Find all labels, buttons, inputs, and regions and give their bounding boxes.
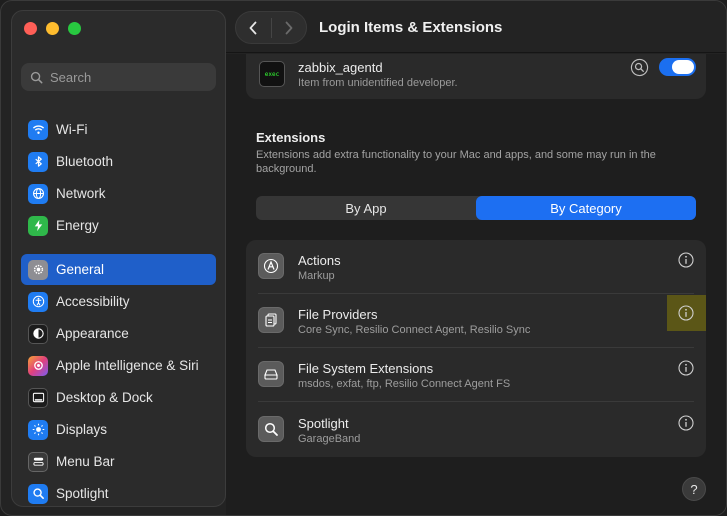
sidebar-item-energy[interactable]: Energy	[21, 210, 216, 241]
extension-row-file-system-extensions[interactable]: File System Extensions msdos, exfat, ftp…	[246, 348, 706, 402]
sidebar-item-network[interactable]: Network	[21, 178, 216, 209]
forward-button[interactable]	[271, 12, 306, 43]
settings-window: Search Wi-Fi Bluetooth Network Energy Ge…	[0, 0, 727, 516]
spotlight-search-icon	[258, 416, 284, 442]
sidebar: Search Wi-Fi Bluetooth Network Energy Ge…	[11, 10, 226, 507]
extension-row-subtitle: Core Sync, Resilio Connect Agent, Resili…	[298, 324, 531, 336]
sidebar-item-label: Menu Bar	[56, 454, 115, 469]
chevron-right-icon	[285, 21, 293, 34]
globe-icon	[28, 183, 48, 204]
login-item-subtitle: Item from unidentified developer.	[298, 77, 458, 89]
appearance-icon	[28, 323, 48, 344]
sidebar-item-bluetooth[interactable]: Bluetooth	[21, 146, 216, 177]
help-button[interactable]: ?	[682, 477, 706, 501]
siri-icon	[28, 355, 48, 376]
extension-row-spotlight[interactable]: Spotlight GarageBand	[246, 403, 706, 457]
sidebar-item-label: Spotlight	[56, 486, 109, 501]
extension-row-actions[interactable]: Actions Markup	[246, 240, 706, 294]
reveal-in-finder-icon[interactable]	[630, 58, 649, 77]
extension-row-title: File Providers	[298, 307, 378, 322]
sidebar-item-label: Apple Intelligence & Siri	[56, 358, 199, 373]
sidebar-item-label: Bluetooth	[56, 154, 114, 169]
extension-row-title: Spotlight	[298, 416, 349, 431]
sidebar-item-label: Desktop & Dock	[56, 390, 153, 405]
toggle-knob	[672, 60, 694, 74]
login-item-name: zabbix_agentd	[298, 60, 383, 75]
extensions-view-segmented-control: By App By Category	[256, 196, 696, 220]
search-field[interactable]: Search	[21, 63, 216, 91]
extensions-description: Extensions add extra functionality to yo…	[256, 149, 656, 175]
extension-row-title: File System Extensions	[298, 361, 434, 376]
drive-icon	[258, 361, 284, 387]
extension-row-subtitle: GarageBand	[298, 433, 361, 445]
close-button[interactable]	[24, 22, 37, 35]
toolbar: Login Items & Extensions	[226, 1, 726, 53]
sidebar-item-label: Network	[56, 186, 106, 201]
bolt-icon	[28, 215, 48, 236]
info-icon[interactable]	[678, 415, 694, 431]
window-controls	[24, 22, 81, 35]
tab-by-app[interactable]: By App	[256, 196, 476, 220]
dock-icon	[28, 387, 48, 408]
main-content: exec zabbix_agentd Item from unidentifie…	[226, 54, 726, 515]
sidebar-item-desktop-dock[interactable]: Desktop & Dock	[21, 382, 216, 413]
sidebar-item-label: Appearance	[56, 326, 129, 341]
accessibility-icon	[28, 291, 48, 312]
sidebar-item-wifi[interactable]: Wi-Fi	[21, 114, 216, 145]
extension-row-title: Actions	[298, 253, 341, 268]
sun-icon	[28, 419, 48, 440]
sidebar-item-general[interactable]: General	[21, 254, 216, 285]
sidebar-item-appearance[interactable]: Appearance	[21, 318, 216, 349]
sidebar-item-label: Energy	[56, 218, 99, 233]
sidebar-item-displays[interactable]: Displays	[21, 414, 216, 445]
highlighted-info-area	[667, 295, 706, 331]
spotlight-icon	[28, 483, 48, 504]
zoom-button[interactable]	[68, 22, 81, 35]
login-item-row: exec zabbix_agentd Item from unidentifie…	[246, 54, 706, 99]
sidebar-item-menu-bar[interactable]: Menu Bar	[21, 446, 216, 477]
wifi-icon	[28, 119, 48, 140]
login-item-toggle[interactable]	[659, 58, 696, 76]
info-icon[interactable]	[678, 305, 694, 321]
gear-icon	[28, 259, 48, 280]
bluetooth-icon	[28, 151, 48, 172]
info-icon[interactable]	[678, 252, 694, 268]
sidebar-item-label: Displays	[56, 422, 108, 437]
extension-row-subtitle: msdos, exfat, ftp, Resilio Connect Agent…	[298, 378, 511, 390]
minimize-button[interactable]	[46, 22, 59, 35]
sidebar-item-apple-intelligence-siri[interactable]: Apple Intelligence & Siri	[21, 350, 216, 381]
actions-icon	[258, 253, 284, 279]
page-title: Login Items & Extensions	[319, 19, 503, 36]
extensions-list: Actions Markup File Providers Core Sync,…	[246, 240, 706, 457]
search-icon	[30, 71, 43, 83]
navigation-buttons	[235, 11, 307, 44]
chevron-left-icon	[249, 21, 257, 34]
extensions-heading: Extensions	[256, 130, 326, 145]
search-placeholder: Search	[50, 69, 92, 85]
menubar-icon	[28, 451, 48, 472]
extension-row-subtitle: Markup	[298, 270, 335, 282]
back-button[interactable]	[236, 12, 271, 43]
terminal-app-icon: exec	[259, 61, 285, 87]
info-icon[interactable]	[678, 360, 694, 376]
sidebar-item-label: Wi-Fi	[56, 122, 88, 137]
file-providers-icon	[258, 307, 284, 333]
divider	[258, 401, 694, 402]
sidebar-item-spotlight[interactable]: Spotlight	[21, 478, 216, 506]
tab-by-category[interactable]: By Category	[476, 196, 696, 220]
extension-row-file-providers[interactable]: File Providers Core Sync, Resilio Connec…	[246, 294, 706, 348]
sidebar-item-label: General	[56, 262, 105, 277]
sidebar-item-label: Accessibility	[56, 294, 130, 309]
sidebar-item-accessibility[interactable]: Accessibility	[21, 286, 216, 317]
